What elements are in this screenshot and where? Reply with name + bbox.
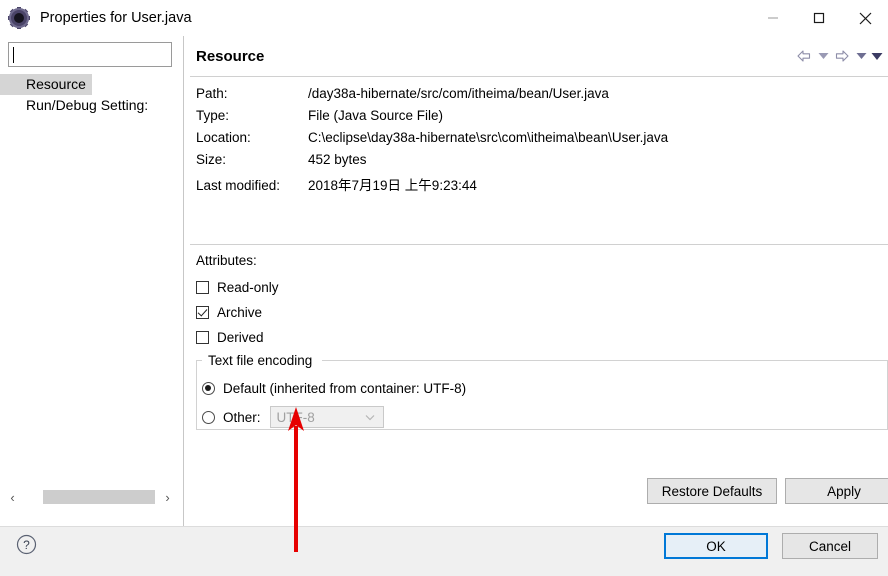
archive-checkbox[interactable] — [196, 305, 209, 319]
chevron-down-icon — [871, 52, 883, 60]
horizontal-scrollbar[interactable]: ‹ › — [4, 486, 176, 508]
encoding-combobox-value: UTF-8 — [276, 409, 315, 425]
chevron-down-icon — [856, 53, 866, 59]
title-separator — [190, 76, 888, 77]
forward-button[interactable] — [832, 46, 852, 66]
checkbox-label: Derived — [217, 329, 264, 345]
property-row-last-modified: Last modified: 2018年7月19日 上午9:23:44 — [196, 174, 886, 196]
attributes-separator — [190, 244, 888, 245]
radio-label: Default (inherited from container: UTF-8… — [223, 380, 467, 396]
property-value: /day38a-hibernate/src/com/itheima/bean/U… — [308, 86, 609, 101]
close-icon — [859, 12, 871, 24]
preference-tree: Resource Run/Debug Setting: — [0, 74, 183, 116]
property-label: Path: — [196, 86, 228, 101]
chevron-down-icon — [365, 415, 374, 421]
scrollbar-thumb[interactable] — [43, 490, 155, 504]
radio-row-other-encoding[interactable]: Other: UTF-8 — [202, 406, 384, 428]
scroll-right-arrow-icon[interactable]: › — [159, 486, 176, 508]
dialog-body: Resource Run/Debug Setting: ‹ › Resource — [0, 36, 888, 526]
scroll-left-arrow-icon[interactable]: ‹ — [4, 486, 21, 508]
checkbox-row-archive[interactable]: Archive — [196, 302, 262, 322]
property-value: C:\eclipse\day38a-hibernate\src\com\ithe… — [308, 130, 669, 145]
scrollbar-track[interactable] — [21, 490, 159, 504]
forward-arrow-icon — [835, 50, 849, 62]
property-label: Size: — [196, 152, 227, 167]
properties-gear-icon — [8, 7, 30, 29]
property-value: 452 bytes — [308, 152, 367, 167]
property-label: Last modified: — [196, 178, 281, 193]
filter-input[interactable] — [15, 46, 165, 64]
derived-checkbox[interactable] — [196, 330, 209, 344]
window-titlebar: Properties for User.java — [0, 0, 888, 36]
default-encoding-radio[interactable] — [202, 381, 215, 395]
group-legend: Text file encoding — [204, 353, 317, 368]
resource-page: Resource Path: /day38a-hibernate/src/com… — [184, 36, 888, 526]
radio-row-default-encoding[interactable]: Default (inherited from container: UTF-8… — [202, 378, 466, 398]
dialog-footer: ? OK Cancel — [0, 526, 888, 576]
sidebar-item-resource[interactable]: Resource — [0, 74, 92, 95]
apply-button[interactable]: Apply — [785, 478, 888, 504]
close-button[interactable] — [842, 0, 888, 36]
window-controls — [750, 0, 888, 36]
maximize-button[interactable] — [796, 0, 842, 36]
page-navigation — [794, 46, 884, 66]
checkbox-row-read-only[interactable]: Read-only — [196, 277, 279, 297]
property-label: Location: — [196, 130, 251, 145]
property-value: 2018年7月19日 上午9:23:44 — [308, 178, 477, 193]
other-encoding-radio[interactable] — [202, 410, 215, 424]
checkbox-label: Read-only — [217, 279, 279, 295]
sidebar-item-run-debug-settings[interactable]: Run/Debug Setting: — [0, 95, 183, 116]
resource-properties: Path: /day38a-hibernate/src/com/itheima/… — [196, 86, 886, 196]
radio-label: Other: — [223, 409, 261, 425]
encoding-combobox[interactable]: UTF-8 — [269, 406, 384, 428]
property-row-location: Location: C:\eclipse\day38a-hibernate\sr… — [196, 130, 886, 152]
minimize-icon — [768, 17, 778, 19]
checkbox-row-derived[interactable]: Derived — [196, 327, 264, 347]
text-caret — [13, 47, 14, 63]
property-value: File (Java Source File) — [308, 108, 444, 123]
preference-tree-pane: Resource Run/Debug Setting: ‹ › — [0, 36, 183, 526]
window-title: Properties for User.java — [40, 10, 192, 26]
help-icon[interactable]: ? — [16, 534, 37, 555]
property-row-path: Path: /day38a-hibernate/src/com/itheima/… — [196, 86, 886, 108]
checkbox-label: Archive — [217, 304, 263, 320]
property-label: Type: — [196, 108, 230, 123]
maximize-icon — [813, 12, 825, 24]
chevron-down-icon — [818, 53, 828, 59]
back-arrow-icon — [797, 50, 811, 62]
property-row-type: Type: File (Java Source File) — [196, 108, 886, 130]
back-button[interactable] — [794, 46, 814, 66]
cancel-button[interactable]: Cancel — [782, 533, 878, 559]
filter-field[interactable] — [8, 42, 172, 67]
page-title: Resource — [196, 48, 265, 65]
back-history-dropdown[interactable] — [816, 46, 830, 66]
attributes-title: Attributes: — [196, 253, 257, 268]
read-only-checkbox[interactable] — [196, 280, 209, 294]
svg-text:?: ? — [23, 538, 30, 552]
forward-history-dropdown[interactable] — [854, 46, 868, 66]
minimize-button[interactable] — [750, 0, 796, 36]
tree-row: Resource — [0, 74, 183, 95]
property-row-size: Size: 452 bytes — [196, 152, 886, 174]
view-menu-dropdown[interactable] — [870, 46, 884, 66]
ok-button[interactable]: OK — [664, 533, 768, 559]
restore-defaults-button[interactable]: Restore Defaults — [647, 478, 777, 504]
